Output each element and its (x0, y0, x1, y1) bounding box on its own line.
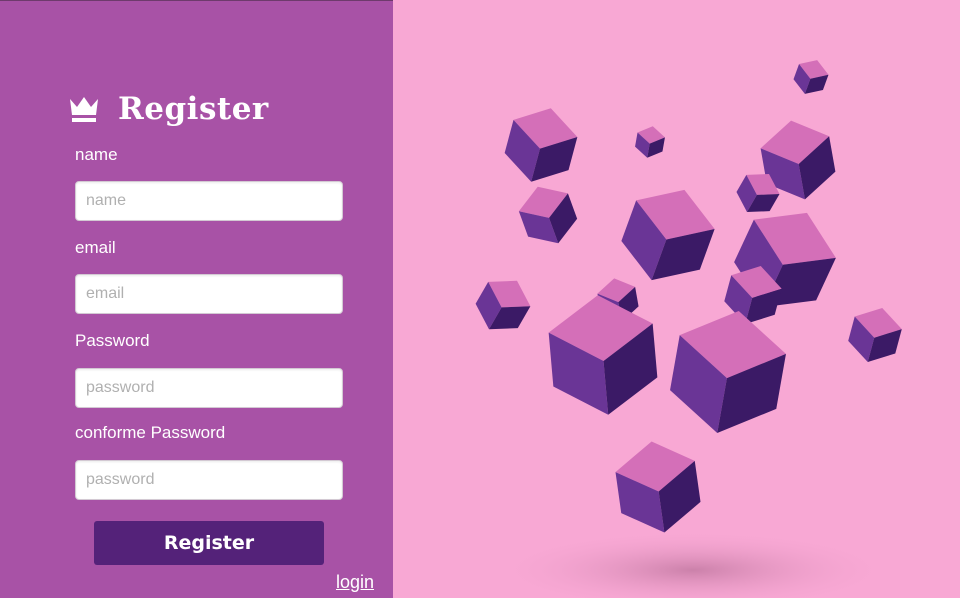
crown-icon (70, 97, 98, 122)
cube-shape (848, 307, 902, 363)
brand: Register (68, 91, 269, 127)
email-label: email (75, 238, 116, 257)
cube-shape (670, 310, 786, 434)
floating-cubes-illustration (475, 60, 902, 598)
page-title: Register (118, 91, 269, 127)
password-field[interactable] (75, 368, 343, 408)
cube-shape (504, 108, 578, 182)
name-field[interactable] (75, 181, 343, 221)
cube-shape (635, 126, 665, 158)
register-button[interactable]: Register (94, 521, 324, 565)
confirm-password-field[interactable] (75, 460, 343, 500)
register-panel: Register name email Password conforme Pa… (0, 0, 393, 598)
password-label: Password (75, 331, 150, 350)
cube-shape (621, 189, 715, 281)
cube-shape (615, 441, 701, 533)
cube-shape (518, 186, 578, 244)
cube-shape (475, 280, 531, 330)
email-field[interactable] (75, 274, 343, 314)
name-label: name (75, 145, 118, 164)
confirm-password-label: conforme Password (75, 423, 226, 442)
cube-shape (548, 295, 658, 415)
login-link[interactable]: login (336, 572, 374, 593)
cube-shape (793, 60, 829, 94)
